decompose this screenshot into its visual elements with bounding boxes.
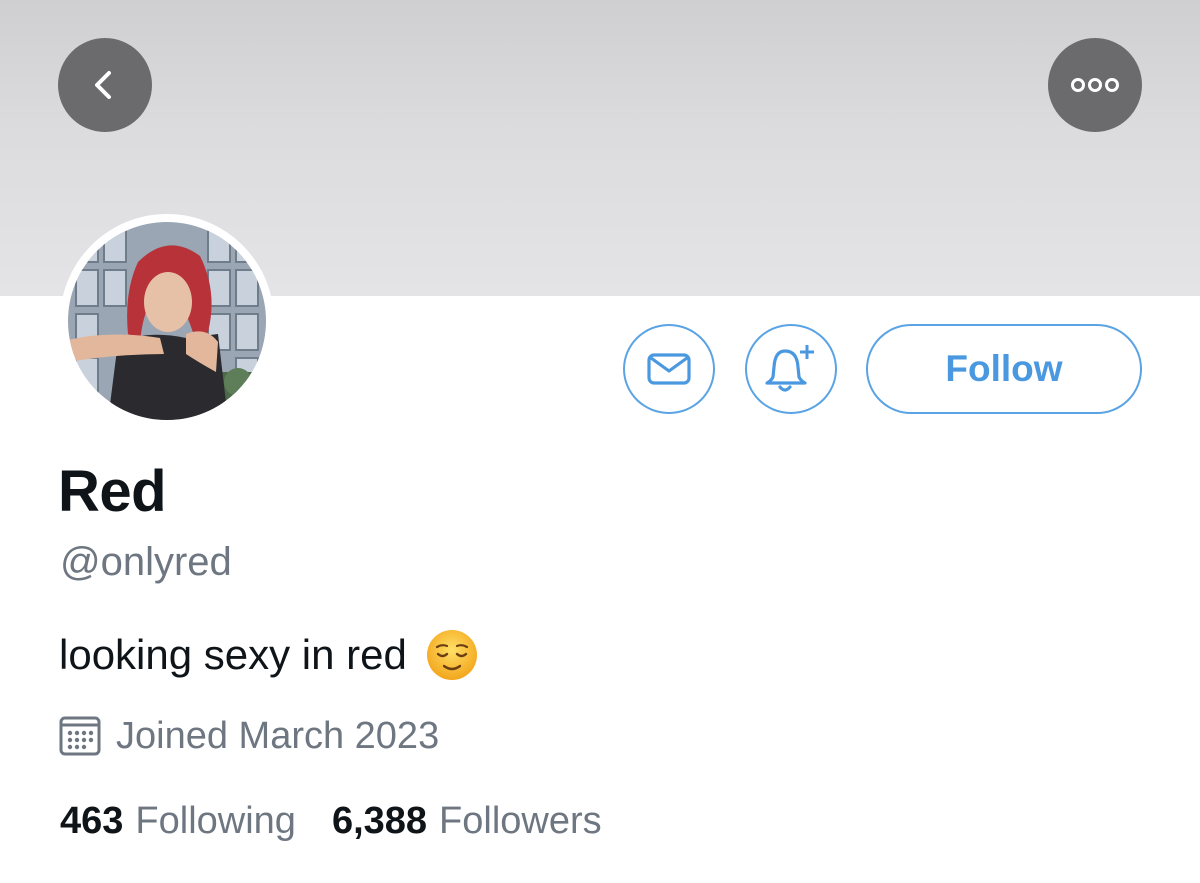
envelope-icon — [647, 353, 691, 385]
followers-link[interactable]: 6,388 Followers — [332, 800, 602, 843]
display-name: Red — [58, 459, 167, 524]
follow-button[interactable]: Follow — [866, 324, 1142, 414]
avatar-photo — [68, 222, 266, 420]
avatar-ring — [60, 214, 274, 428]
username-handle: @onlyred — [60, 540, 232, 584]
profile-bio: looking sexy in red — [59, 628, 479, 682]
followers-label: Followers — [439, 800, 602, 842]
notifications-button[interactable] — [745, 324, 837, 414]
following-count: 463 — [60, 800, 124, 842]
joined-text: Joined March 2023 — [116, 714, 440, 757]
following-link[interactable]: 463 Following — [60, 800, 296, 843]
calendar-icon — [59, 716, 101, 756]
back-button[interactable] — [58, 38, 152, 132]
joined-date: Joined March 2023 — [58, 714, 439, 758]
bell-plus-icon — [765, 345, 814, 392]
more-options-button[interactable] — [1048, 38, 1142, 132]
chevron-left-icon — [95, 71, 111, 99]
message-button[interactable] — [623, 324, 715, 414]
avatar[interactable] — [68, 222, 266, 420]
bio-text: looking sexy in red — [59, 631, 407, 678]
followers-count: 6,388 — [331, 800, 428, 842]
relieved-face-emoji-icon — [425, 628, 479, 682]
ellipsis-icon — [1071, 78, 1119, 92]
following-label: Following — [135, 800, 296, 842]
follow-stats: 463 Following 6,388 Followers — [60, 800, 602, 843]
profile-page: Follow Red @onlyred looking sexy in red — [0, 0, 1200, 883]
